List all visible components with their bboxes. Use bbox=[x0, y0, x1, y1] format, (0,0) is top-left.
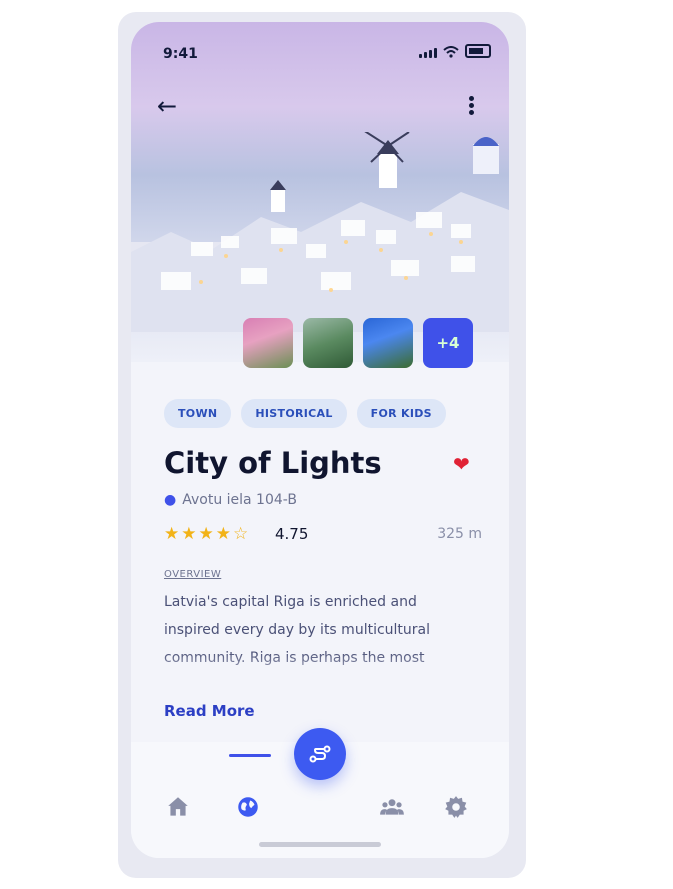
star-icon: ★ bbox=[198, 524, 214, 544]
hero-image: 9:41 ← +4 bbox=[131, 22, 509, 368]
rating-value: 4.75 bbox=[275, 525, 309, 543]
gallery-more-button[interactable]: +4 bbox=[423, 318, 473, 368]
star-icon: ★ bbox=[215, 524, 231, 544]
half-star-icon: ☆ bbox=[233, 524, 249, 544]
address-text: Avotu iela 104-B bbox=[182, 492, 297, 508]
status-icons bbox=[419, 44, 491, 58]
more-options-icon[interactable] bbox=[469, 96, 475, 116]
favorite-heart-icon[interactable]: ❤ bbox=[453, 452, 473, 476]
globe-icon[interactable] bbox=[235, 794, 261, 820]
home-indicator bbox=[259, 842, 381, 847]
distance-label: 325 m bbox=[437, 526, 482, 542]
tag-historical[interactable]: HISTORICAL bbox=[241, 399, 347, 428]
route-icon bbox=[309, 745, 331, 763]
route-button[interactable] bbox=[294, 728, 346, 780]
rating-row: ★ ★ ★ ★ ☆ 4.75 325 m bbox=[164, 524, 482, 548]
tag-town[interactable]: TOWN bbox=[164, 399, 232, 428]
wifi-icon bbox=[443, 46, 459, 58]
back-arrow-icon[interactable]: ← bbox=[157, 92, 177, 120]
star-icon: ★ bbox=[181, 524, 197, 544]
location-pin-icon: ● bbox=[164, 492, 177, 508]
top-app-bar: ← bbox=[131, 92, 509, 122]
gallery-thumbnail[interactable] bbox=[303, 318, 353, 368]
bottom-navigation bbox=[131, 728, 509, 858]
photo-gallery: +4 bbox=[243, 318, 473, 368]
gallery-thumbnail[interactable] bbox=[243, 318, 293, 368]
status-bar: 9:41 bbox=[131, 22, 509, 62]
battery-icon bbox=[465, 44, 491, 58]
tag-list: TOWN HISTORICAL FOR KIDS bbox=[164, 399, 446, 428]
status-time: 9:41 bbox=[163, 46, 198, 62]
overview-heading: OVERVIEW bbox=[164, 569, 222, 580]
place-title: City of Lights bbox=[164, 446, 382, 480]
rating-stars: ★ ★ ★ ★ ☆ bbox=[164, 524, 248, 544]
people-icon[interactable] bbox=[379, 794, 405, 820]
text-fade bbox=[131, 652, 509, 688]
app-screen: 9:41 ← +4 TOWN HISTORICAL FOR KIDS City … bbox=[131, 22, 509, 858]
home-icon[interactable] bbox=[165, 794, 191, 820]
gallery-thumbnail[interactable] bbox=[363, 318, 413, 368]
settings-icon[interactable] bbox=[443, 794, 469, 820]
place-address: ● Avotu iela 104-B bbox=[164, 492, 297, 508]
signal-icon bbox=[419, 48, 437, 58]
city-illustration bbox=[131, 132, 509, 332]
star-icon: ★ bbox=[164, 524, 180, 544]
tag-for-kids[interactable]: FOR KIDS bbox=[356, 399, 446, 428]
read-more-link[interactable]: Read More bbox=[164, 702, 255, 720]
active-tab-indicator bbox=[229, 754, 271, 757]
